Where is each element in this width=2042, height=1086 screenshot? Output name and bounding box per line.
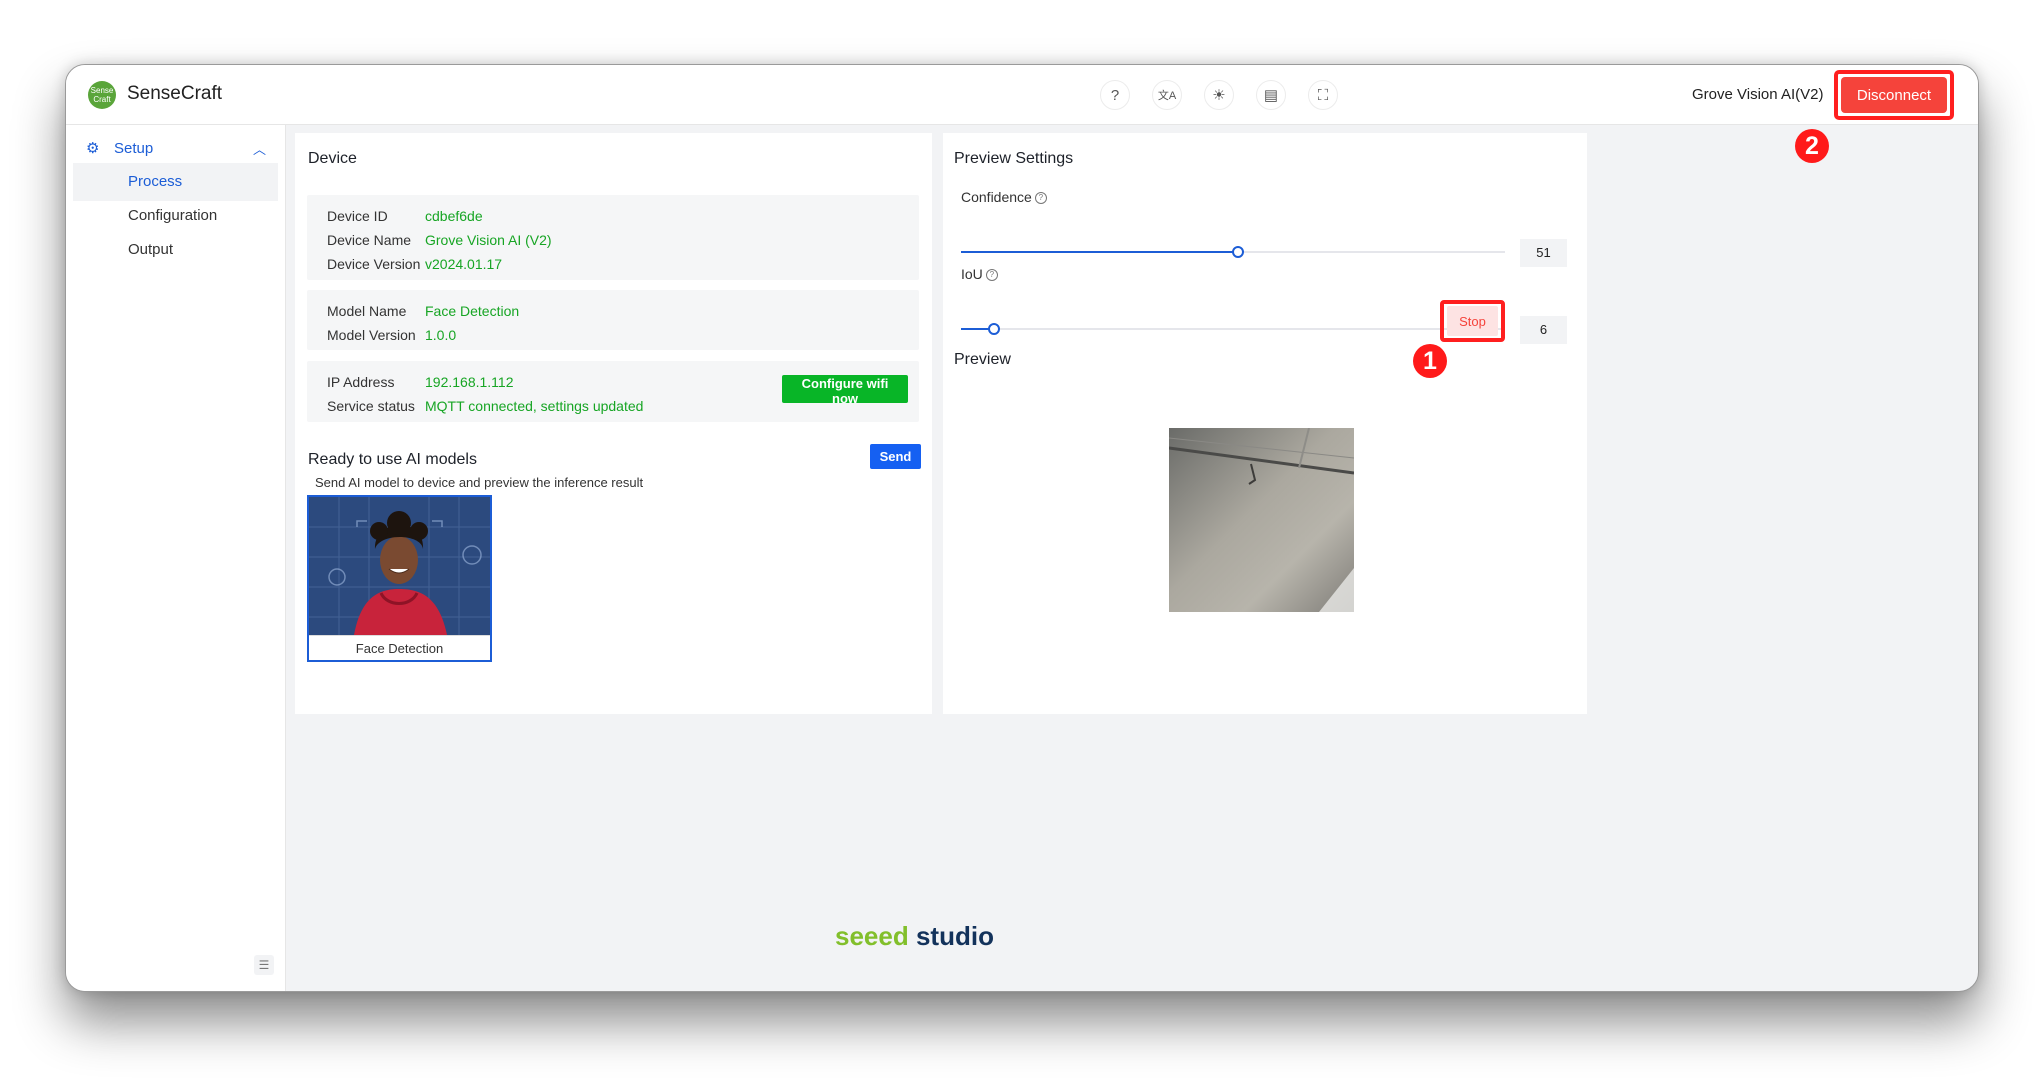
ip-address-value: 192.168.1.112 [425, 374, 514, 390]
model-info-box: Model Name Face Detection Model Version … [307, 290, 919, 350]
brand-part-2: studio [908, 921, 994, 951]
models-section-subtitle: Send AI model to device and preview the … [315, 475, 644, 490]
confidence-slider[interactable] [961, 246, 1505, 258]
camera-preview-image [1169, 428, 1354, 612]
translate-icon[interactable]: 文A [1152, 80, 1182, 110]
service-status-label: Service status [327, 398, 415, 414]
confidence-label-row: Confidence? [961, 189, 1047, 205]
model-version-value: 1.0.0 [425, 327, 457, 343]
network-info-box: IP Address 192.168.1.112 Service status … [307, 361, 919, 422]
model-name-label: Model Name [327, 303, 407, 319]
connected-device-name: Grove Vision AI(V2) [1692, 86, 1824, 103]
model-version-label: Model Version [327, 327, 416, 343]
device-name-value: Grove Vision AI (V2) [425, 232, 552, 248]
device-panel-title: Device [308, 150, 357, 167]
annotation-marker-1: 1 [1413, 344, 1447, 378]
iou-label: IoU [961, 266, 983, 282]
seeed-studio-logo: seeed studio [835, 921, 994, 952]
disconnect-button[interactable]: Disconnect [1841, 77, 1947, 113]
iou-slider-thumb[interactable] [987, 323, 1000, 335]
iou-slider[interactable] [961, 323, 1505, 335]
model-card-label: Face Detection [309, 635, 490, 660]
iou-value-input[interactable]: 6 [1520, 316, 1567, 344]
models-section-title: Ready to use AI models [308, 451, 477, 468]
sidebar-section-setup[interactable]: ⚙ Setup [86, 139, 153, 157]
theme-icon[interactable]: ☀ [1204, 80, 1234, 110]
brand-part-1: seeed [835, 921, 909, 951]
sidebar-section-label: Setup [114, 140, 154, 157]
confidence-label: Confidence [961, 189, 1032, 205]
chevron-up-icon[interactable]: ︿ [253, 139, 266, 158]
device-id-value: cdbef6de [425, 208, 483, 224]
iou-label-row: IoU? [961, 266, 998, 282]
sidebar-item-configuration[interactable]: Configuration [73, 197, 278, 235]
annotation-marker-2: 2 [1795, 129, 1829, 163]
top-bar: Sense Craft SenseCraft ? 文A ☀ ▤ ⛶ Grove … [66, 65, 1978, 125]
preview-title: Preview [954, 351, 1011, 368]
device-id-label: Device ID [327, 208, 388, 224]
app-title: SenseCraft [127, 83, 223, 104]
help-icon[interactable]: ? [1100, 80, 1130, 110]
confidence-slider-fill [961, 251, 1239, 253]
help-circle-icon[interactable]: ? [985, 269, 998, 282]
device-version-value: v2024.01.17 [425, 256, 503, 272]
fullscreen-icon[interactable]: ⛶ [1308, 80, 1338, 110]
sidebar-item-output[interactable]: Output [73, 231, 278, 269]
send-model-button[interactable]: Send [870, 444, 921, 469]
gear-icon: ⚙ [86, 140, 100, 157]
preview-settings-title: Preview Settings [954, 150, 1074, 167]
document-icon[interactable]: ▤ [1256, 80, 1286, 110]
model-card-face-detection[interactable]: Face Detection [307, 495, 492, 662]
confidence-value-input[interactable]: 51 [1520, 239, 1567, 267]
sensecraft-logo-icon: Sense Craft [88, 81, 116, 109]
device-version-label: Device Version [327, 256, 421, 272]
help-circle-icon[interactable]: ? [1034, 192, 1047, 205]
device-panel: Device Device ID cdbef6de Device Name Gr… [295, 133, 932, 714]
app-window: Sense Craft SenseCraft ? 文A ☀ ▤ ⛶ Grove … [65, 64, 1979, 992]
stop-preview-button[interactable]: Stop [1447, 306, 1498, 336]
service-status-value: MQTT connected, settings updated [425, 398, 644, 414]
collapse-sidebar-icon[interactable]: ☰ [254, 955, 274, 975]
configure-wifi-button[interactable]: Configure wifi now [782, 375, 908, 406]
device-info-box: Device ID cdbef6de Device Name Grove Vis… [307, 195, 919, 280]
model-name-value: Face Detection [425, 303, 520, 319]
sidebar-item-process[interactable]: Process [73, 163, 278, 201]
preview-settings-panel: Preview Settings Confidence? 51 IoU? 6 P… [943, 133, 1587, 714]
confidence-slider-thumb[interactable] [1232, 246, 1245, 258]
device-name-label: Device Name [327, 232, 412, 248]
sidebar: ⚙ Setup ︿ Process Configuration Output ☰ [66, 125, 286, 991]
ip-address-label: IP Address [327, 374, 395, 390]
face-detection-thumbnail [309, 497, 490, 635]
